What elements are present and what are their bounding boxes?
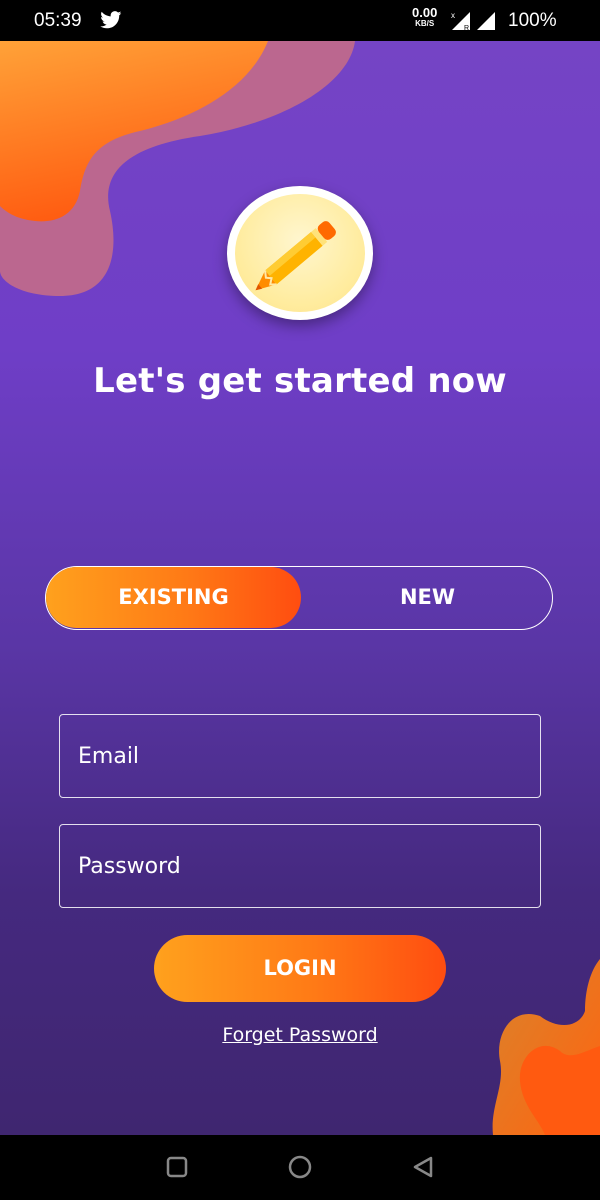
email-field[interactable] bbox=[60, 715, 540, 797]
app-logo bbox=[227, 186, 373, 320]
page-title: Let's get started now bbox=[93, 361, 507, 401]
home-icon[interactable] bbox=[287, 1155, 313, 1181]
status-bar: 05:39 0.00 KB/S x R 100% bbox=[0, 0, 600, 41]
signal-icon bbox=[477, 12, 495, 30]
twitter-icon bbox=[100, 11, 122, 29]
tab-existing[interactable]: EXISTING bbox=[46, 567, 301, 628]
forgot-password-link[interactable]: Forget Password bbox=[0, 1024, 600, 1046]
login-screen: Let's get started now EXISTING NEW LOGIN… bbox=[0, 41, 600, 1135]
svg-text:R: R bbox=[464, 25, 469, 30]
status-time: 05:39 bbox=[34, 10, 82, 31]
recent-apps-icon[interactable] bbox=[165, 1155, 189, 1179]
tab-new[interactable]: NEW bbox=[301, 567, 554, 628]
email-field-box bbox=[59, 714, 541, 798]
login-button[interactable]: LOGIN bbox=[154, 935, 446, 1002]
network-speed: 0.00 KB/S bbox=[412, 5, 438, 28]
back-icon[interactable] bbox=[411, 1155, 435, 1179]
navigation-bar bbox=[0, 1135, 600, 1200]
battery-percent: 100% bbox=[508, 10, 557, 31]
signal-icon: x R bbox=[451, 11, 470, 30]
svg-text:x: x bbox=[451, 11, 455, 20]
password-field-box bbox=[59, 824, 541, 908]
pencil-icon bbox=[255, 221, 336, 291]
password-field[interactable] bbox=[60, 825, 540, 907]
account-type-toggle: EXISTING NEW bbox=[45, 566, 553, 630]
